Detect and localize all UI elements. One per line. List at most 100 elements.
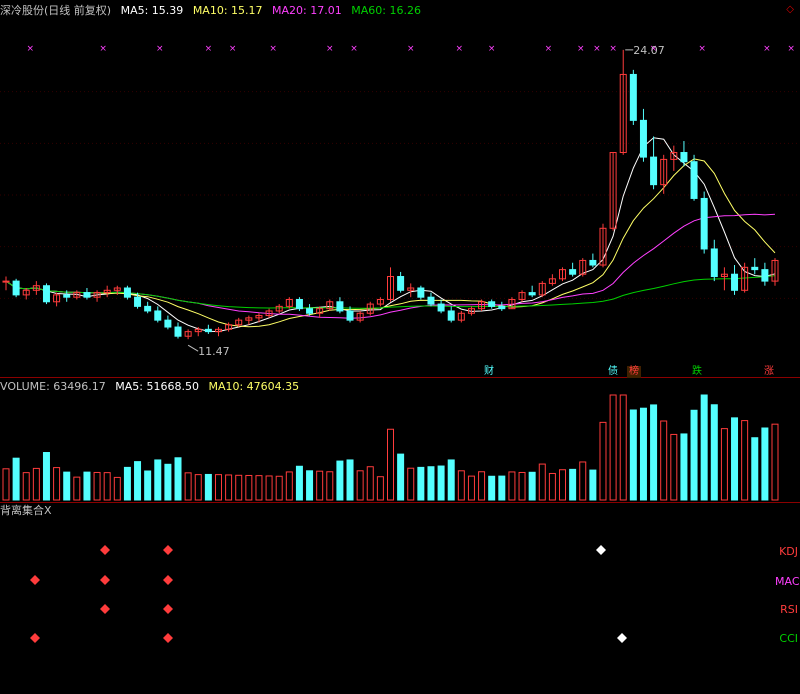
- candle-body: [2, 280, 10, 283]
- candle-body: [639, 119, 647, 158]
- volume-bar: [629, 409, 637, 501]
- volume-bar: [397, 453, 405, 501]
- volume-bar: [214, 474, 222, 501]
- signal-zhang[interactable]: 涨: [762, 366, 776, 378]
- volume-bar: [356, 470, 364, 501]
- candle-body: [447, 310, 455, 321]
- volume-bar: [154, 459, 162, 501]
- volume-bar: [83, 471, 91, 501]
- volume-bar: [204, 473, 212, 501]
- volume-bar: [508, 471, 516, 501]
- divergence-diamond: [30, 633, 40, 643]
- volume-bar: [103, 472, 111, 501]
- divergence-diamond: [163, 633, 173, 643]
- kline-chart[interactable]: × × × × × × × × × × × × × × × × × × ×24.0711.47: [0, 0, 800, 694]
- candle-body: [174, 326, 182, 337]
- volume-bar: [710, 404, 718, 501]
- signal-x-marker: ×: [593, 44, 601, 54]
- divergence-diamond: [100, 545, 110, 555]
- volume-bar: [53, 467, 61, 501]
- volume-bar: [427, 466, 435, 501]
- volume-bar: [32, 467, 40, 501]
- cci-label: CCI: [779, 632, 798, 645]
- rsi-label: RSI: [780, 603, 798, 616]
- volume-bar: [771, 423, 779, 501]
- volume-bar: [548, 472, 556, 501]
- volume-bar: [174, 457, 182, 501]
- volume-bar: [639, 407, 647, 501]
- volume-bar: [457, 470, 465, 501]
- volume-bar: [295, 465, 303, 501]
- volume-bar: [751, 437, 759, 501]
- volume-bar: [336, 460, 344, 501]
- signal-x-marker: ×: [156, 44, 164, 54]
- candle-body: [751, 266, 759, 271]
- signal-x-marker: ×: [229, 44, 237, 54]
- signal-bang[interactable]: 榜: [627, 366, 641, 378]
- candle-body: [488, 301, 496, 307]
- volume-bar: [720, 428, 728, 501]
- volume-bar: [670, 433, 678, 501]
- kdj-label: KDJ: [779, 545, 798, 558]
- volume-bar: [518, 471, 526, 501]
- volume-bar: [579, 461, 587, 501]
- volume-bar: [346, 459, 354, 501]
- volume-bar: [316, 470, 324, 501]
- signal-x-marker: ×: [488, 44, 496, 54]
- volume-bar: [559, 469, 567, 501]
- signal-x-marker: ×: [269, 44, 277, 54]
- low-price-label: 11.47: [198, 345, 230, 358]
- volume-bar: [731, 417, 739, 501]
- candle-body: [134, 296, 142, 307]
- volume-bar: [680, 433, 688, 501]
- candle-body: [650, 156, 658, 186]
- volume-bar: [528, 471, 536, 501]
- divergence-diamond: [596, 545, 606, 555]
- volume-bar: [478, 471, 486, 501]
- signal-cai[interactable]: 财: [482, 366, 496, 378]
- volume-bar: [184, 472, 192, 501]
- volume-bar: [498, 475, 506, 501]
- candle-body: [397, 276, 405, 291]
- signal-x-marker: ×: [577, 44, 585, 54]
- candle-body: [42, 285, 50, 303]
- volume-bar: [12, 457, 20, 501]
- signal-x-marker: ×: [407, 44, 415, 54]
- volume-bar: [63, 471, 71, 501]
- signal-zhai[interactable]: 债: [606, 366, 620, 378]
- signal-x-marker: ×: [545, 44, 553, 54]
- candle-body: [589, 259, 597, 266]
- signal-x-marker: ×: [350, 44, 358, 54]
- volume-bar: [488, 475, 496, 501]
- divergence-diamond: [163, 575, 173, 585]
- volume-bar: [387, 428, 394, 501]
- volume-bar: [164, 463, 172, 501]
- divergence-diamond: [30, 575, 40, 585]
- signal-x-marker: ×: [609, 44, 617, 54]
- volume-bar: [437, 465, 445, 501]
- volume-bar: [417, 466, 425, 501]
- candle-body: [731, 273, 739, 291]
- volume-bar: [22, 472, 30, 501]
- candle-body: [12, 280, 20, 296]
- volume-bar: [609, 394, 617, 501]
- volume-bar: [569, 468, 577, 501]
- candle-body: [123, 287, 131, 298]
- candle-body: [204, 328, 212, 333]
- ma5-line: [5, 137, 776, 333]
- candle-body: [427, 296, 435, 305]
- volume-bar: [265, 475, 273, 501]
- volume-bar: [144, 470, 152, 501]
- divergence-diamond: [617, 633, 627, 643]
- signal-x-marker: ×: [27, 44, 35, 54]
- candle-body: [154, 310, 162, 321]
- divergence-diamond: [163, 545, 173, 555]
- candle-body: [680, 152, 688, 163]
- candle-body: [710, 248, 718, 278]
- volume-bar: [73, 476, 81, 501]
- volume-bar: [700, 394, 708, 501]
- volume-bar: [407, 467, 415, 501]
- signal-die[interactable]: 跌: [690, 366, 704, 378]
- volume-bar: [2, 468, 10, 501]
- signal-x-marker: ×: [698, 44, 706, 54]
